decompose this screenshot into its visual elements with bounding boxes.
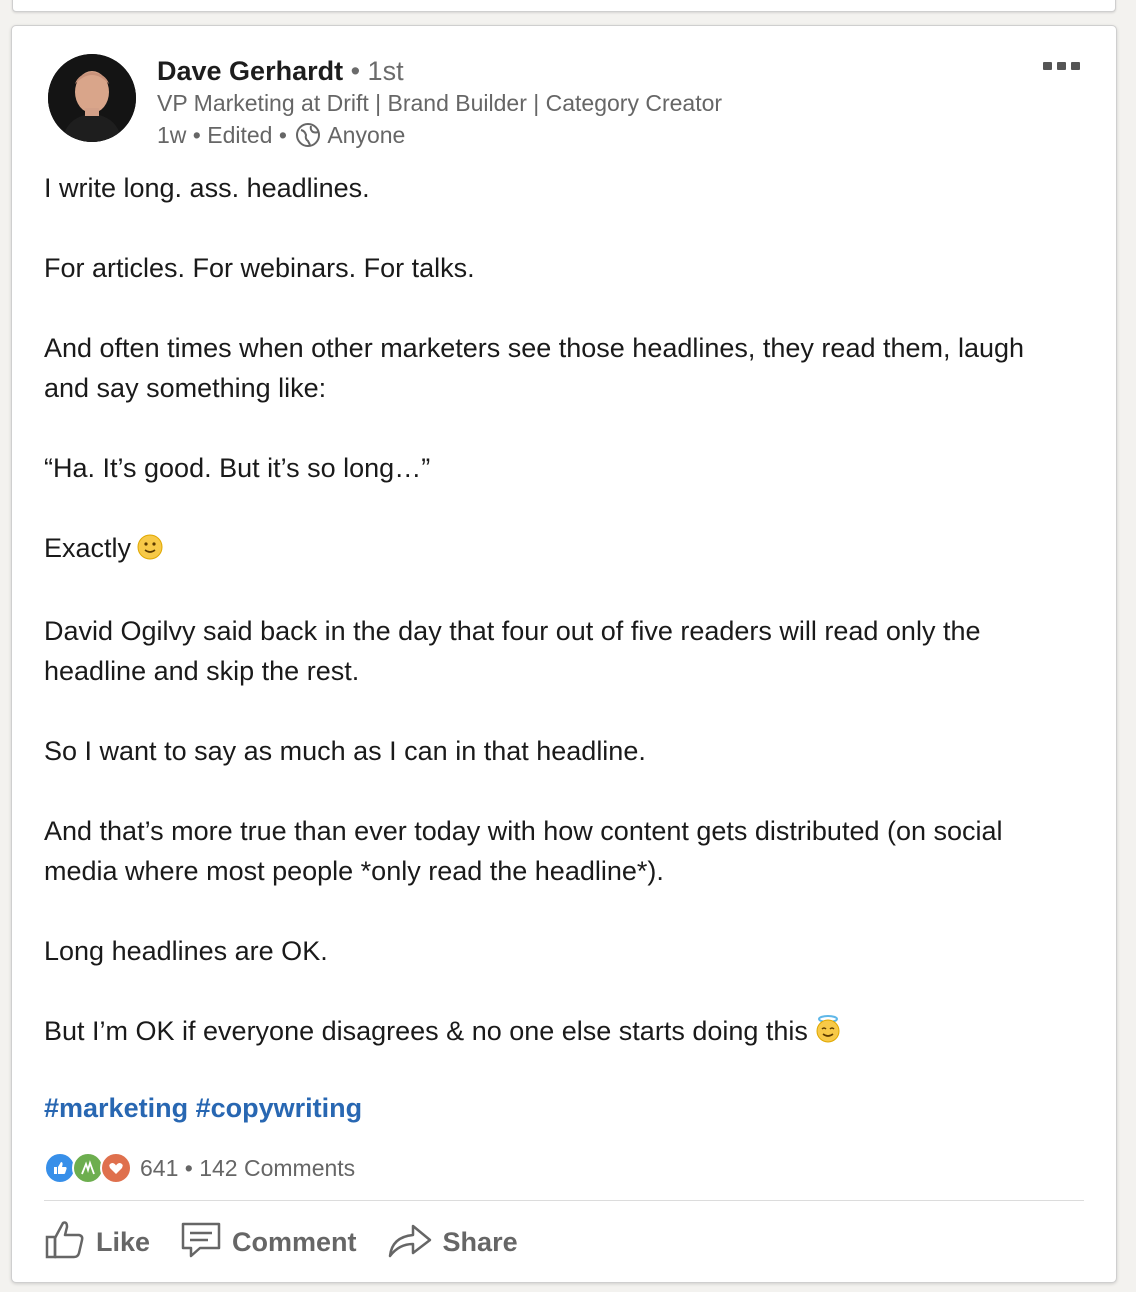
post-meta: 1w • Edited • Anyone (157, 120, 405, 150)
social-counts: 641 • 142 Comments (44, 1152, 355, 1184)
visibility-label: Anyone (327, 122, 406, 148)
globe-icon (295, 122, 321, 148)
post-paragraph: Long headlines are OK. (44, 936, 328, 966)
post-paragraph-text: Exactly (44, 533, 132, 563)
hashtags: #marketing #copywriting (44, 1088, 362, 1128)
post-paragraph: I write long. ass. headlines. (44, 173, 370, 203)
author-headline: VP Marketing at Drift | Brand Builder | … (157, 90, 723, 116)
post-paragraph: And often times when other marketers see… (44, 333, 1025, 403)
love-icon (100, 1152, 132, 1184)
actions-divider (44, 1200, 1084, 1201)
smiling-face-with-halo-icon (814, 1014, 842, 1054)
post-actions: Like Comment Share (44, 1216, 518, 1268)
reaction-icons[interactable] (44, 1152, 132, 1184)
comments-count[interactable]: 142 Comments (199, 1155, 355, 1182)
thumbs-up-icon (44, 1217, 86, 1268)
edited-label: Edited (207, 122, 273, 148)
comment-button[interactable]: Comment (180, 1216, 357, 1268)
comment-icon (180, 1219, 222, 1266)
like-label: Like (96, 1226, 151, 1257)
slightly-smiling-face-icon (137, 531, 163, 571)
meta-separator: • (272, 122, 294, 148)
hashtag-link[interactable]: #copywriting (196, 1093, 363, 1123)
post-paragraph-text: But I’m OK if everyone disagrees & no on… (44, 1016, 808, 1046)
more-options-icon[interactable] (1043, 62, 1080, 70)
author-avatar[interactable] (48, 54, 136, 142)
post-paragraph-with-emoji: But I’m OK if everyone disagrees & no on… (44, 1011, 1074, 1054)
post-paragraph: For articles. For webinars. For talks. (44, 253, 475, 283)
post-body: I write long. ass. headlines. For articl… (44, 168, 1074, 1094)
author-name[interactable]: Dave Gerhardt (157, 56, 343, 86)
share-label: Share (442, 1226, 518, 1257)
comment-label: Comment (232, 1226, 357, 1257)
meta-separator: • (186, 122, 208, 148)
share-button[interactable]: Share (387, 1216, 518, 1268)
author-name-line: Dave Gerhardt • 1st (157, 54, 404, 88)
share-arrow-icon (387, 1219, 433, 1266)
post-paragraph: So I want to say as much as I can in tha… (44, 736, 646, 766)
previous-post-card (12, 0, 1116, 12)
post-paragraph: “Ha. It’s good. But it’s so long…” (44, 453, 431, 483)
post-paragraph: And that’s more true than ever today wit… (44, 816, 1003, 886)
reactions-count[interactable]: 641 (140, 1155, 178, 1182)
feed-post-card: Dave Gerhardt • 1st VP Marketing at Drif… (11, 25, 1117, 1283)
connection-degree: • 1st (350, 56, 404, 86)
like-button[interactable]: Like (44, 1216, 150, 1268)
count-separator: • (178, 1154, 200, 1181)
post-time: 1w (157, 122, 187, 148)
post-paragraph-with-emoji: Exactly (44, 528, 1074, 571)
post-paragraph: David Ogilvy said back in the day that f… (44, 616, 981, 686)
hashtag-link[interactable]: #marketing (44, 1093, 188, 1123)
